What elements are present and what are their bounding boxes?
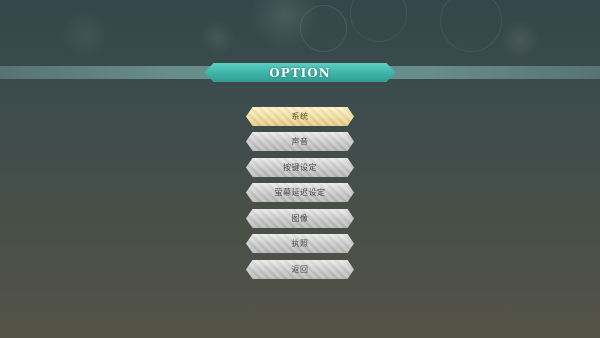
options-screen: { "screen": { "title": "OPTION" }, "menu… — [0, 0, 600, 338]
bokeh-light — [300, 5, 347, 52]
title-banner: OPTION — [204, 63, 396, 82]
bokeh-light — [60, 10, 110, 60]
menu-item-label: 图像 — [291, 214, 309, 223]
menu-item-label: 声音 — [291, 137, 309, 146]
menu-item-label: 执照 — [291, 239, 309, 248]
menu-item-label: 萤幕延迟设定 — [274, 188, 326, 197]
menu-item-sound[interactable]: 声音 — [246, 132, 354, 151]
page-title: OPTION — [269, 65, 331, 80]
menu-item-license[interactable]: 执照 — [246, 234, 354, 253]
menu-item-return[interactable]: 返回 — [246, 260, 354, 279]
bokeh-light — [440, 0, 502, 52]
menu-item-screen-latency[interactable]: 萤幕延迟设定 — [246, 183, 354, 202]
menu-item-system[interactable]: 系统 — [246, 107, 354, 126]
menu-item-label: 系统 — [291, 112, 309, 121]
bokeh-light — [250, 0, 320, 50]
bokeh-light — [200, 20, 235, 55]
menu-item-label: 返回 — [291, 265, 309, 274]
menu-item-key-config[interactable]: 按键设定 — [246, 158, 354, 177]
bokeh-light — [350, 0, 407, 42]
menu-item-graphics[interactable]: 图像 — [246, 209, 354, 228]
menu-item-label: 按键设定 — [283, 163, 317, 172]
bokeh-light — [500, 20, 540, 60]
